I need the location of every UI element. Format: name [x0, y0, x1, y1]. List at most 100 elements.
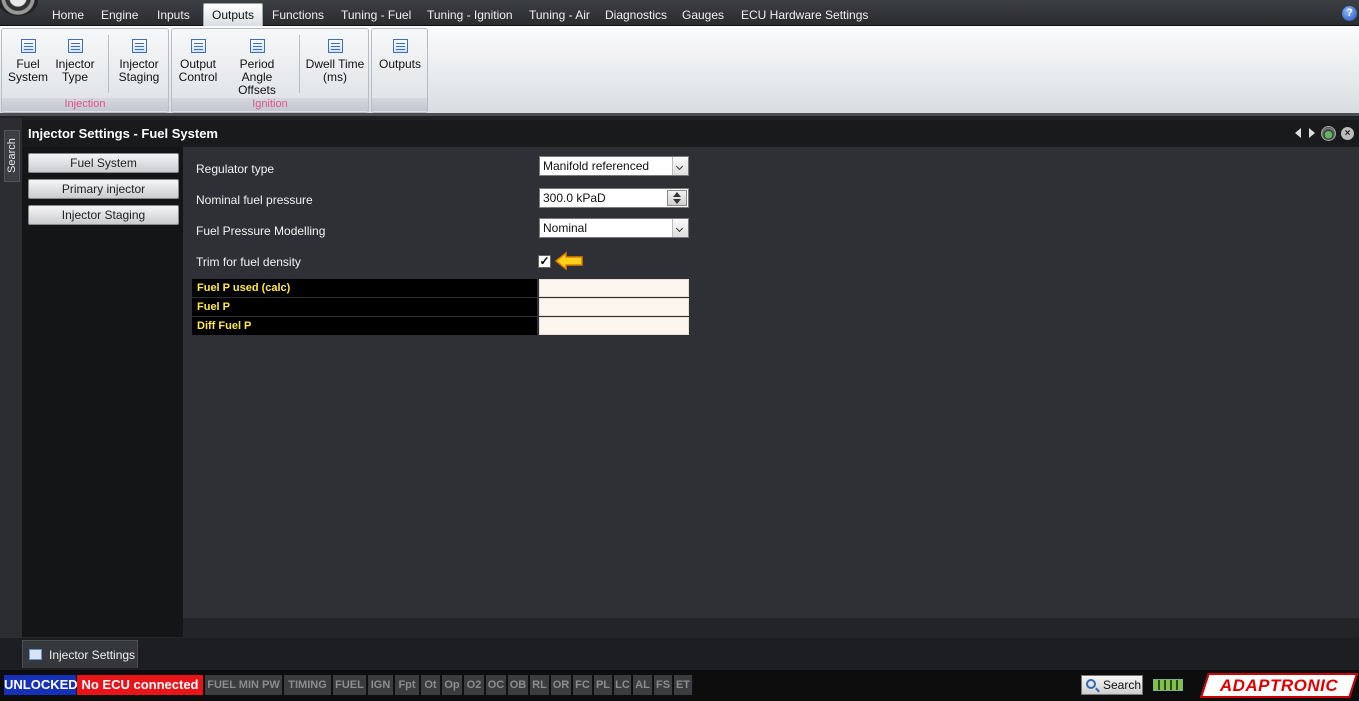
button-label: Offsets — [238, 83, 276, 97]
regulator-type-select[interactable]: Manifold referenced — [539, 156, 689, 176]
indicator-fc: FC — [573, 675, 593, 695]
fuel-p-used-calc-value — [539, 279, 689, 297]
indicator-fuel: FUEL — [333, 675, 367, 695]
indicator-timing: TIMING — [284, 675, 332, 695]
table-icon — [327, 39, 343, 53]
button-label: Dwell Time — [305, 57, 365, 71]
injector-staging-button[interactable]: Injector Staging — [114, 39, 164, 99]
ribbon-group-injection: Fuel System Injector Type Injector Stagi… — [1, 28, 169, 113]
menu-tab-engine[interactable]: Engine — [93, 4, 146, 26]
menu-tab-functions[interactable]: Functions — [264, 4, 332, 26]
ribbon-separator — [299, 35, 300, 93]
search-icon — [1086, 679, 1096, 689]
doc-tab-injector-settings[interactable]: Injector Settings — [22, 640, 138, 668]
ribbon-separator — [108, 35, 109, 93]
table-icon — [67, 39, 83, 53]
dwell-time-button[interactable]: Dwell Time (ms) — [305, 39, 365, 99]
ribbon-group-ignition: Output Control Period Angle Offsets Dwel… — [171, 28, 369, 113]
injector-settings-panel: Injector Settings - Fuel System × Fuel S… — [22, 120, 1359, 638]
fuel-p-label: Fuel P — [192, 298, 537, 316]
fuel-pressure-modelling-select[interactable]: Nominal — [539, 218, 689, 238]
nav-fuel-system[interactable]: Fuel System — [28, 153, 179, 173]
status-bar: UNLOCKED No ECU connected FUEL MIN PW TI… — [0, 670, 1359, 701]
ribbon: Fuel System Injector Type Injector Stagi… — [0, 26, 1359, 116]
indicator-ob: OB — [508, 675, 529, 695]
button-label: Period Angle — [239, 57, 275, 84]
indicator-ot: Ot — [421, 675, 441, 695]
fuel-system-button[interactable]: Fuel System — [6, 39, 50, 99]
indicator-fpt: Fpt — [395, 675, 420, 695]
indicator-lc: LC — [614, 675, 632, 695]
button-label: (ms) — [323, 70, 347, 84]
ribbon-group-label: Injection — [2, 98, 168, 111]
document-tab-strip: Injector Settings — [0, 638, 1359, 670]
indicator-fuel-min-pw: FUEL MIN PW — [205, 675, 283, 695]
nominal-fuel-pressure-value: 300.0 kPaD — [543, 191, 606, 205]
menu-tab-gauges[interactable]: Gauges — [674, 4, 732, 26]
indicator-ign: IGN — [368, 675, 394, 695]
injector-type-button[interactable]: Injector Type — [52, 39, 98, 99]
table-icon — [392, 39, 408, 53]
previous-arrow-icon[interactable] — [1295, 128, 1301, 138]
search-side-panel: Search — [0, 118, 22, 640]
connection-status-badge[interactable]: No ECU connected — [77, 675, 203, 695]
outputs-button[interactable]: Outputs — [375, 39, 425, 99]
table-icon — [190, 39, 206, 53]
chevron-down-icon[interactable] — [672, 219, 688, 237]
gauge-icon[interactable] — [1321, 126, 1336, 141]
app-logo-icon[interactable] — [0, 0, 38, 16]
nominal-fuel-pressure-input[interactable]: 300.0 kPaD — [539, 188, 689, 208]
menu-tab-ecu-hardware-settings[interactable]: ECU Hardware Settings — [733, 4, 876, 26]
indicator-fs: FS — [654, 675, 673, 695]
menu-tab-outputs[interactable]: Outputs — [203, 3, 264, 26]
search-side-tab[interactable]: Search — [4, 130, 20, 182]
indicator-et: ET — [674, 675, 693, 695]
panel-title: Injector Settings - Fuel System × — [22, 120, 1359, 147]
nav-primary-injector[interactable]: Primary injector — [28, 179, 179, 199]
close-icon[interactable]: × — [1341, 127, 1354, 140]
menu-tab-tuning-fuel[interactable]: Tuning - Fuel — [333, 4, 419, 26]
button-label: Fuel — [16, 57, 40, 71]
fuel-p-used-calc-label: Fuel P used (calc) — [192, 279, 537, 297]
table-icon — [20, 39, 36, 53]
spinner-icon[interactable] — [667, 190, 687, 206]
table-icon — [249, 39, 265, 53]
nav-injector-staging[interactable]: Injector Staging — [28, 205, 179, 225]
settings-nav: Fuel System Primary injector Injector St… — [22, 147, 183, 637]
lock-status-badge[interactable]: UNLOCKED — [4, 675, 78, 695]
battery-icon — [1153, 679, 1183, 691]
period-angle-offsets-button[interactable]: Period Angle Offsets — [224, 39, 290, 99]
help-icon[interactable]: ? — [1342, 6, 1357, 21]
indicator-al: AL — [633, 675, 653, 695]
table-icon — [29, 649, 42, 660]
ribbon-group-outputs: Outputs — [371, 28, 428, 113]
next-arrow-icon[interactable] — [1309, 128, 1315, 138]
button-label: Type — [61, 70, 88, 84]
indicator-pl: PL — [594, 675, 613, 695]
table-icon — [131, 39, 147, 53]
menu-bar: Home Engine Inputs Outputs Functions Tun… — [0, 0, 1359, 26]
search-button[interactable]: Search — [1081, 675, 1143, 695]
nominal-fuel-pressure-label: Nominal fuel pressure — [196, 193, 313, 207]
settings-content — [183, 147, 1359, 618]
trim-for-fuel-density-checkbox[interactable]: ✓ — [538, 255, 551, 268]
regulator-type-label: Regulator type — [196, 162, 275, 176]
button-label: Injector — [55, 57, 95, 71]
menu-tab-inputs[interactable]: Inputs — [149, 4, 198, 26]
adaptronic-logo: ADAPTRONIC — [1199, 673, 1359, 698]
output-control-button[interactable]: Output Control — [176, 39, 220, 99]
menu-tab-home[interactable]: Home — [44, 4, 92, 26]
button-label: Staging — [118, 70, 160, 84]
chevron-down-icon[interactable] — [672, 157, 688, 175]
pointer-arrow-icon — [554, 251, 583, 271]
fuel-pressure-modelling-value: Nominal — [543, 221, 588, 235]
menu-tab-tuning-ignition[interactable]: Tuning - Ignition — [419, 4, 521, 26]
button-label: System — [7, 70, 48, 84]
indicator-oc: OC — [486, 675, 507, 695]
fuel-pressure-modelling-label: Fuel Pressure Modelling — [196, 224, 326, 238]
diff-fuel-p-value — [539, 317, 689, 335]
doc-tab-label: Injector Settings — [49, 648, 136, 662]
menu-tab-tuning-air[interactable]: Tuning - Air — [521, 4, 598, 26]
menu-tab-diagnostics[interactable]: Diagnostics — [597, 4, 675, 26]
regulator-type-value: Manifold referenced — [543, 159, 650, 173]
